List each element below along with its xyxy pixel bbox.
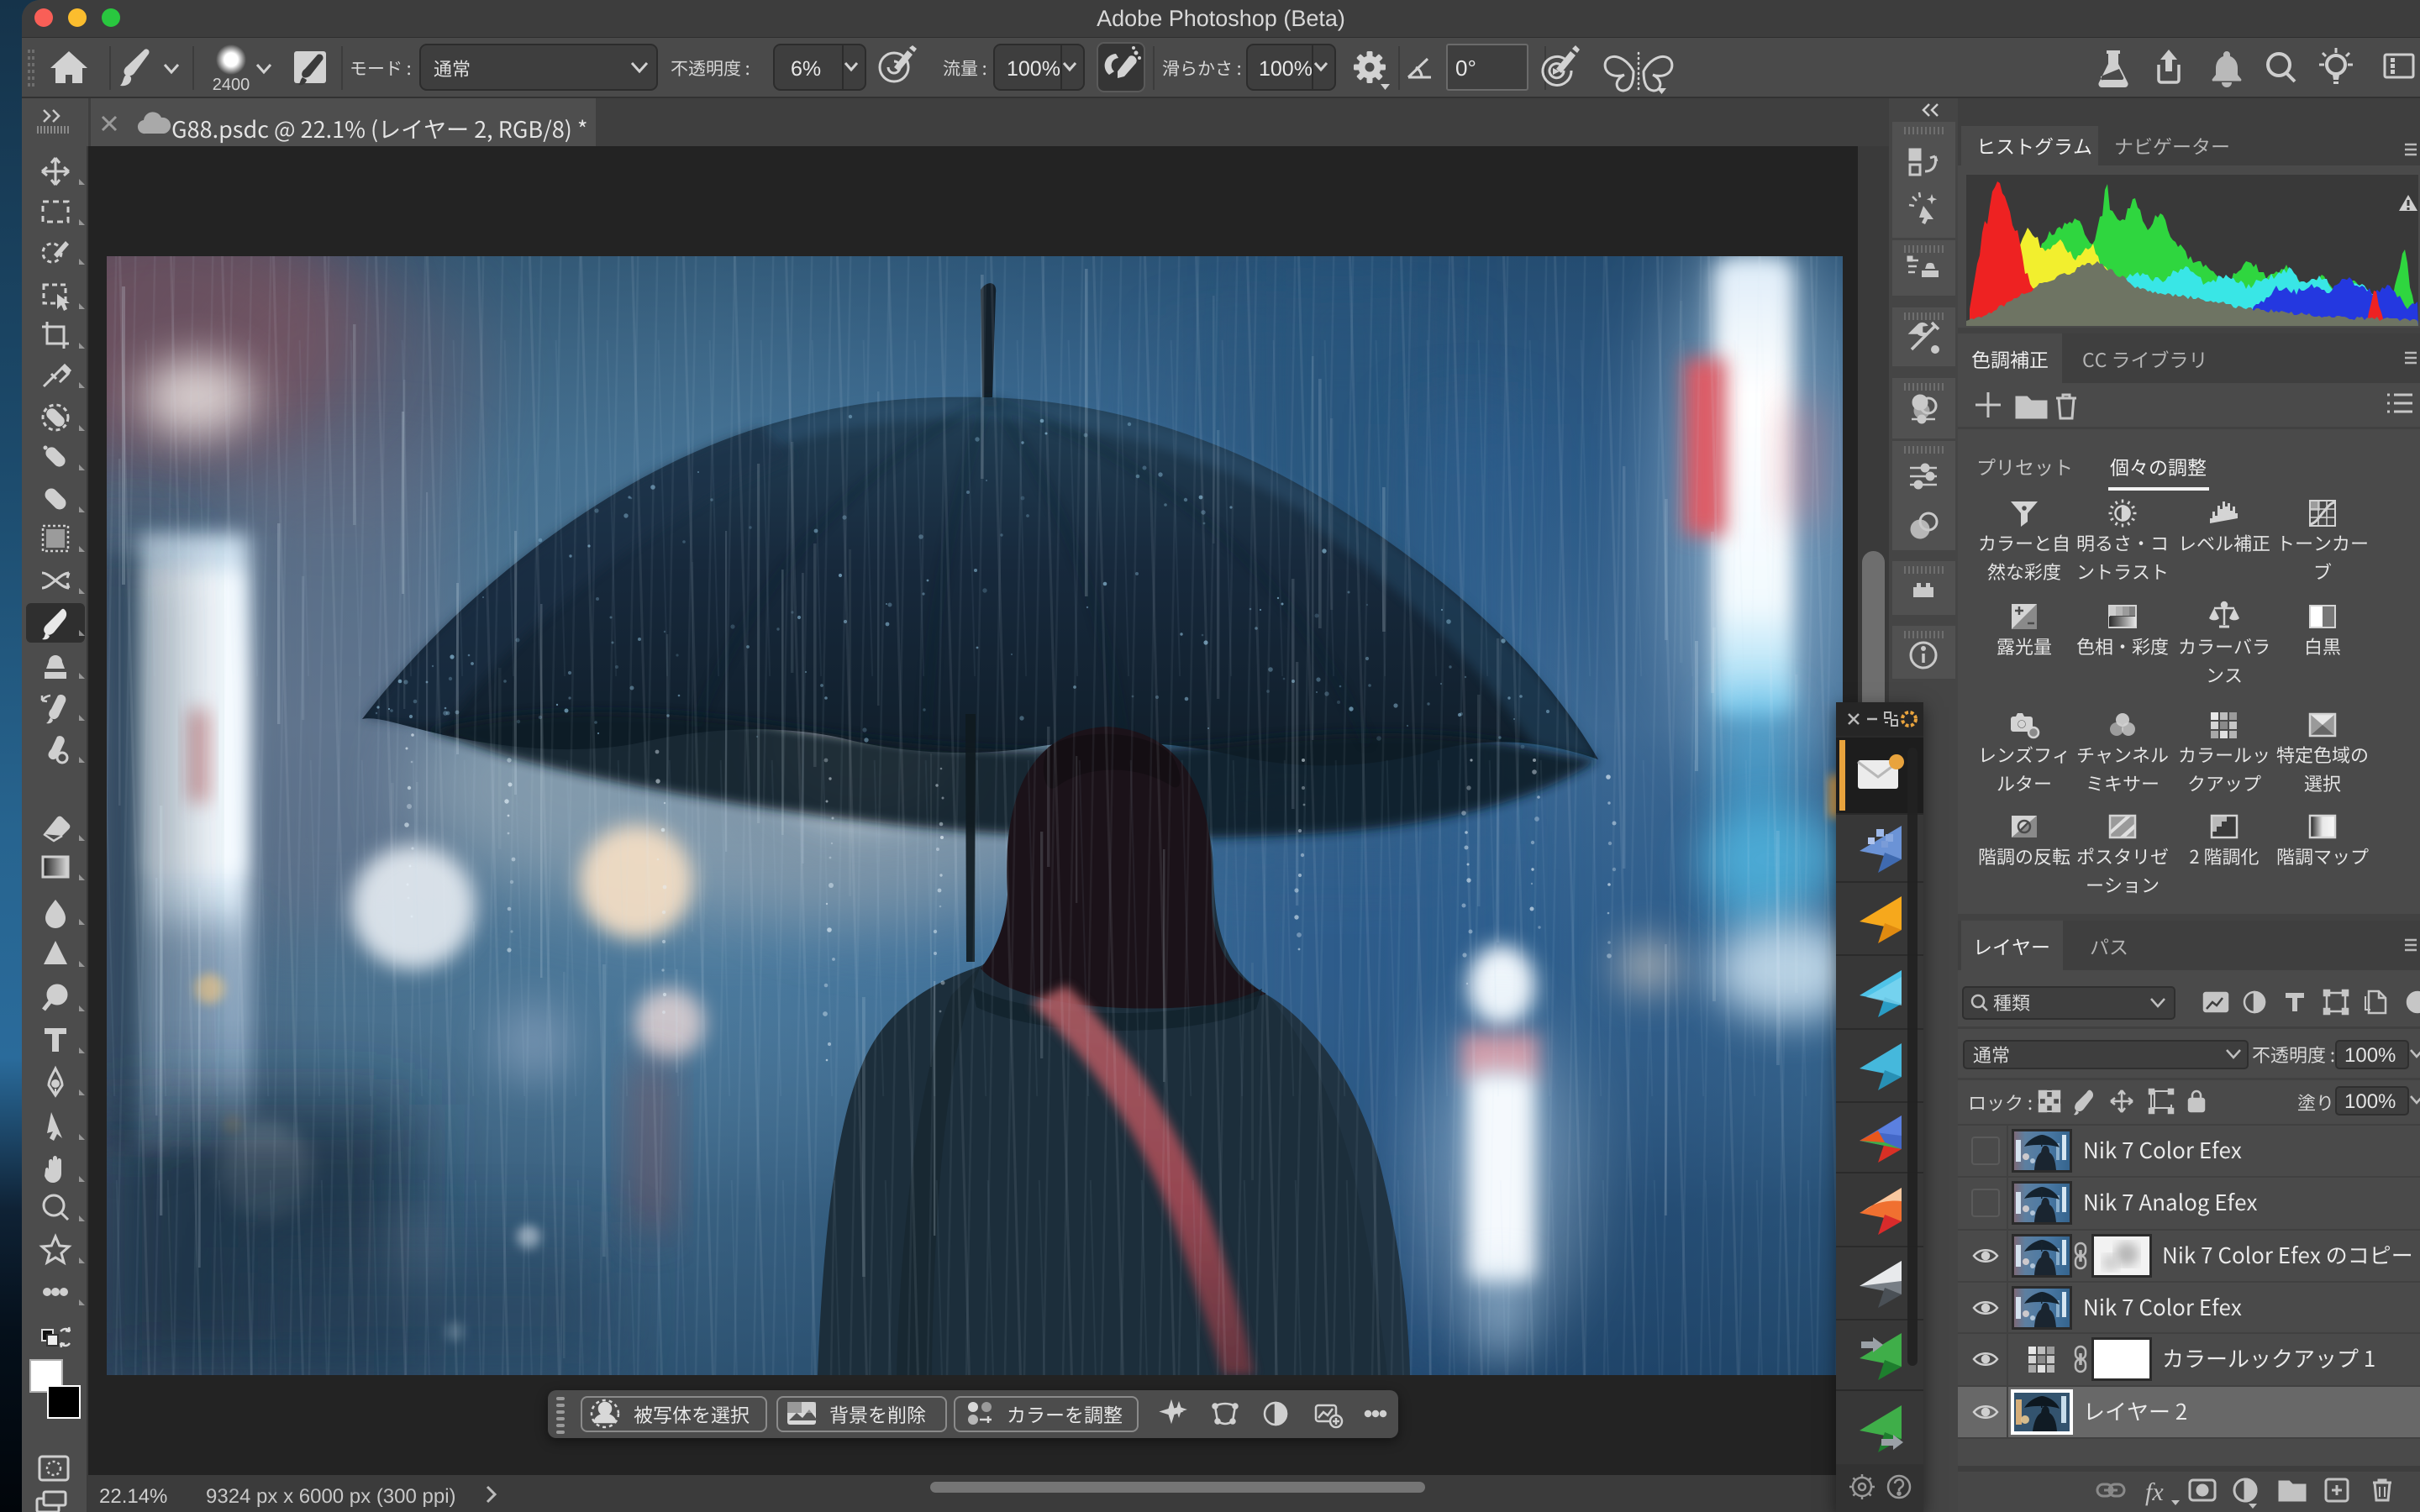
svg-text:0°: 0° (1455, 55, 1476, 81)
svg-text:6%: 6% (791, 57, 821, 81)
svg-text:100%: 100% (1259, 57, 1313, 81)
svg-text:100%: 100% (2344, 1090, 2396, 1113)
svg-text:fx: fx (2145, 1478, 2164, 1506)
svg-text:100%: 100% (2344, 1044, 2396, 1067)
svg-text:100%: 100% (1007, 57, 1060, 81)
